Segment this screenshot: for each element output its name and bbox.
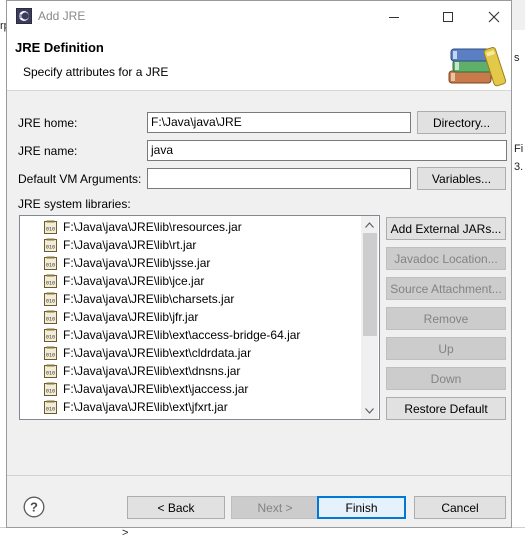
library-list-item[interactable]: 010 F:\Java\java\JRE\lib\jfr.jar (44, 308, 198, 326)
restore-default-button[interactable]: Restore Default (386, 397, 506, 420)
title-bar: Add JRE (7, 1, 511, 32)
library-list-item[interactable]: 010 F:\Java\java\JRE\lib\resources.jar (44, 218, 242, 236)
close-button[interactable] (471, 1, 517, 32)
maximize-icon (443, 11, 453, 22)
add-external-jars-button[interactable]: Add External JARs... (386, 217, 506, 240)
jar-file-icon: 010 (44, 400, 57, 414)
library-list-item[interactable]: 010 F:\Java\java\JRE\lib\rt.jar (44, 236, 196, 254)
footer-separator (7, 475, 511, 476)
variables-button[interactable]: Variables... (417, 167, 506, 190)
library-list-item[interactable]: 010 F:\Java\java\JRE\lib\charsets.jar (44, 290, 234, 308)
svg-text:010: 010 (46, 281, 55, 287)
jar-file-icon: 010 (44, 274, 57, 288)
system-libraries-list[interactable]: 010 F:\Java\java\JRE\lib\resources.jar 010… (19, 215, 380, 420)
jre-name-label: JRE name: (18, 144, 78, 158)
library-list-item[interactable]: 010 F:\Java\java\JRE\lib\jsse.jar (44, 254, 210, 272)
library-list-item[interactable]: 010 F:\Java\java\JRE\lib\ext\access-bridg… (44, 326, 300, 344)
svg-text:010: 010 (46, 299, 55, 305)
jar-file-icon: 010 (44, 382, 57, 396)
minimize-button[interactable] (371, 1, 417, 32)
help-icon[interactable]: ? (23, 496, 45, 518)
vm-arguments-label: Default VM Arguments: (18, 172, 142, 186)
jar-file-icon: 010 (44, 364, 57, 378)
scrollbar-thumb[interactable] (363, 233, 377, 336)
page-title: JRE Definition (15, 40, 104, 55)
add-jre-dialog: Add JRE JRE Definition Specify attribute… (6, 0, 512, 528)
library-path: F:\Java\java\JRE\lib\ext\access-bridge-6… (63, 328, 301, 342)
library-list-item[interactable]: 010 F:\Java\java\JRE\lib\ext\jaccess.jar (44, 380, 248, 398)
svg-text:010: 010 (46, 263, 55, 269)
jre-home-input[interactable]: F:\Java\java\JRE (147, 112, 411, 133)
jar-file-icon: 010 (44, 292, 57, 306)
remove-button[interactable]: Remove (386, 307, 506, 330)
jre-name-input[interactable]: java (147, 140, 507, 161)
system-libraries-label: JRE system libraries: (18, 197, 131, 211)
cancel-button[interactable]: Cancel (414, 496, 506, 519)
books-icon (448, 47, 507, 87)
library-path: F:\Java\java\JRE\lib\jfr.jar (63, 310, 199, 324)
jar-file-icon: 010 (44, 220, 57, 234)
maximize-button[interactable] (425, 1, 471, 32)
finish-button[interactable]: Finish (317, 496, 406, 519)
library-list-item[interactable]: 010 F:\Java\java\JRE\lib\ext\cldrdata.jar (44, 344, 251, 362)
javadoc-location-button[interactable]: Javadoc Location... (386, 247, 506, 270)
svg-text:010: 010 (46, 335, 55, 341)
background-right-panel (511, 30, 525, 540)
background-bottom-text: > (122, 527, 129, 539)
library-path: F:\Java\java\JRE\lib\charsets.jar (63, 292, 235, 306)
library-path: F:\Java\java\JRE\lib\rt.jar (63, 238, 197, 252)
chevron-down-icon (365, 407, 374, 414)
scroll-down-button[interactable] (361, 402, 378, 419)
background-right-text: 3. (514, 161, 524, 173)
library-path: F:\Java\java\JRE\lib\ext\dnsns.jar (63, 364, 241, 378)
svg-text:010: 010 (46, 317, 55, 323)
library-path: F:\Java\java\JRE\lib\jce.jar (63, 274, 205, 288)
library-path: F:\Java\java\JRE\lib\ext\cldrdata.jar (63, 346, 252, 360)
jar-file-icon: 010 (44, 256, 57, 270)
up-button[interactable]: Up (386, 337, 506, 360)
eclipse-app-icon (16, 8, 32, 24)
background-right-text: s (514, 52, 520, 64)
svg-text:010: 010 (46, 407, 55, 413)
wizard-header: JRE Definition Specify attributes for a … (7, 32, 511, 91)
svg-text:010: 010 (46, 389, 55, 395)
library-list-item[interactable]: 010 F:\Java\java\JRE\lib\jce.jar (44, 272, 204, 290)
close-icon (488, 11, 500, 22)
directory-button[interactable]: Directory... (417, 111, 506, 134)
jre-home-label: JRE home: (18, 116, 78, 130)
jar-file-icon: 010 (44, 238, 57, 252)
svg-text:010: 010 (46, 245, 55, 251)
library-path: F:\Java\java\JRE\lib\resources.jar (63, 220, 242, 234)
scroll-up-button[interactable] (361, 216, 378, 233)
chevron-up-icon (365, 221, 374, 228)
library-path: F:\Java\java\JRE\lib\ext\jaccess.jar (63, 382, 249, 396)
library-path: F:\Java\java\JRE\lib\jsse.jar (63, 256, 211, 270)
jar-file-icon: 010 (44, 310, 57, 324)
library-path: F:\Java\java\JRE\lib\ext\jfxrt.jar (63, 400, 228, 414)
jar-file-icon: 010 (44, 346, 57, 360)
background-right-text: Fi (514, 143, 524, 155)
back-button[interactable]: < Back (127, 496, 225, 519)
library-list-item[interactable]: 010 F:\Java\java\JRE\lib\ext\dnsns.jar (44, 362, 240, 380)
svg-text:?: ? (30, 500, 38, 515)
page-subtitle: Specify attributes for a JRE (23, 65, 169, 79)
window-title: Add JRE (38, 9, 86, 23)
background-bottom-panel (0, 527, 525, 541)
next-button[interactable]: Next > (231, 496, 319, 519)
svg-text:010: 010 (46, 353, 55, 359)
svg-text:010: 010 (46, 371, 55, 377)
jar-file-icon: 010 (44, 328, 57, 342)
vm-arguments-input[interactable] (147, 168, 411, 189)
source-attachment-button[interactable]: Source Attachment... (386, 277, 506, 300)
svg-text:010: 010 (46, 227, 55, 233)
library-list-item[interactable]: 010 F:\Java\java\JRE\lib\ext\jfxrt.jar (44, 398, 228, 416)
minimize-icon (389, 16, 399, 18)
down-button[interactable]: Down (386, 367, 506, 390)
